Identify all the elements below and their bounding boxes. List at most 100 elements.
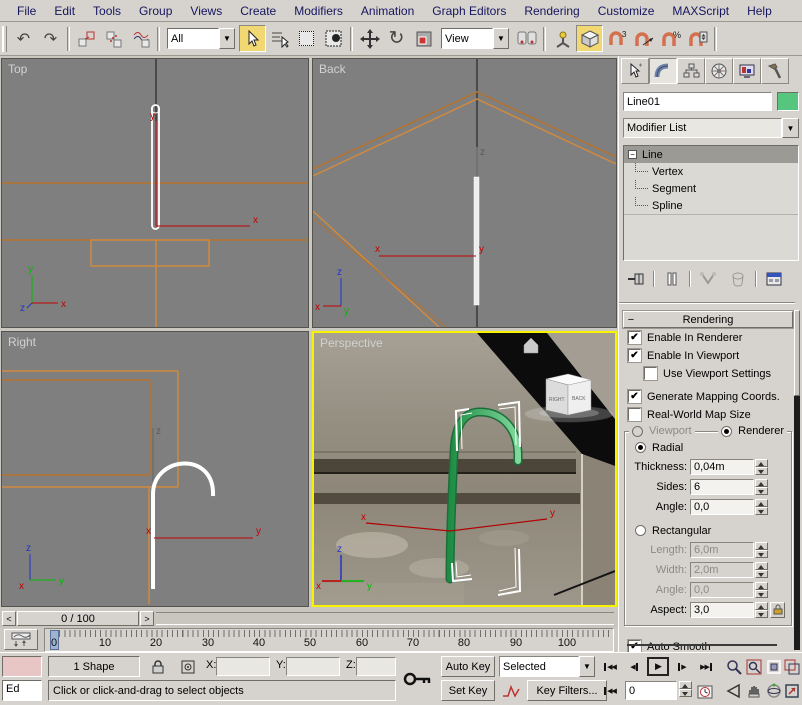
rollout-collapse-icon[interactable]: −: [624, 314, 638, 326]
current-frame-input[interactable]: 0: [625, 681, 677, 700]
reference-coord-dropdown[interactable]: View ▼: [441, 28, 509, 49]
viewport-top[interactable]: Top y x y x z: [1, 58, 309, 328]
rendering-rollout-header[interactable]: − Rendering: [623, 311, 793, 328]
viewport-top-canvas[interactable]: y x y x z: [2, 59, 308, 327]
z-coord-input[interactable]: [356, 657, 396, 676]
maxscript-mini-listener[interactable]: [2, 656, 42, 677]
selection-lock-icon[interactable]: [146, 656, 170, 677]
stack-item-spline[interactable]: Spline: [624, 197, 798, 214]
angle-input[interactable]: 0,0: [690, 499, 754, 515]
rect-selection-region-icon[interactable]: [293, 25, 320, 52]
aspect-lock-icon[interactable]: [770, 602, 785, 618]
show-end-result-icon[interactable]: [659, 269, 685, 289]
enable-in-viewport-checkbox[interactable]: ✔: [628, 349, 641, 362]
aspect-input[interactable]: 3,0: [690, 602, 754, 618]
select-move-icon[interactable]: [356, 25, 383, 52]
generate-mapping-checkbox[interactable]: ✔: [628, 390, 641, 403]
menu-maxscript[interactable]: MAXScript: [663, 2, 738, 20]
sides-input[interactable]: 6: [690, 479, 754, 495]
viewport-right-canvas[interactable]: z x y z x y: [2, 332, 308, 606]
menu-graph-editors[interactable]: Graph Editors: [423, 2, 515, 20]
x-coord-input[interactable]: [216, 657, 270, 676]
bind-spacewarp-icon[interactable]: [127, 25, 154, 52]
real-world-checkbox[interactable]: [628, 408, 641, 421]
renderer-radio-item[interactable]: Renderer: [718, 425, 787, 437]
frame-spinner[interactable]: [679, 681, 692, 697]
set-key-button[interactable]: Set Key: [441, 680, 495, 701]
viewport-perspective-active[interactable]: Perspective: [312, 331, 617, 607]
object-color-swatch[interactable]: [777, 92, 799, 111]
tab-utilities-icon[interactable]: [761, 58, 789, 84]
tab-motion-icon[interactable]: [705, 58, 733, 84]
undo-icon[interactable]: ↶: [10, 25, 37, 52]
aspect-spinner[interactable]: [755, 602, 768, 618]
modifier-list-arrow-icon[interactable]: ▼: [782, 118, 799, 138]
viewport-right[interactable]: Right z x y z x y: [1, 331, 309, 607]
renderer-radio[interactable]: [721, 426, 732, 437]
viewport-perspective-label[interactable]: Perspective: [320, 336, 383, 350]
key-mode-arrow-icon[interactable]: ▼: [579, 656, 595, 677]
next-frame-icon[interactable]: ▶: [671, 657, 693, 676]
stack-item-vertex[interactable]: Vertex: [624, 163, 798, 180]
select-rotate-icon[interactable]: ↻: [383, 25, 410, 52]
thickness-spinner[interactable]: [755, 459, 768, 475]
auto-key-button[interactable]: Auto Key: [441, 656, 495, 677]
stack-item-line[interactable]: − Line: [624, 146, 798, 163]
viewport-right-label[interactable]: Right: [8, 335, 36, 349]
select-manipulate-icon[interactable]: [549, 25, 576, 52]
snaps-toggle-icon[interactable]: [576, 25, 603, 52]
tab-display-icon[interactable]: [733, 58, 761, 84]
unlink-icon[interactable]: [100, 25, 127, 52]
select-scale-icon[interactable]: [410, 25, 437, 52]
menu-edit[interactable]: Edit: [45, 2, 84, 20]
zoom-extents-all-icon[interactable]: [782, 656, 801, 678]
percent-snap-icon[interactable]: %: [657, 25, 684, 52]
remove-modifier-icon[interactable]: [725, 269, 751, 289]
tab-hierarchy-icon[interactable]: [677, 58, 705, 84]
radial-radio[interactable]: [635, 442, 646, 453]
default-in-out-tangent-icon[interactable]: [499, 680, 523, 701]
time-next-button[interactable]: >: [140, 611, 154, 626]
rectangular-radio[interactable]: [635, 525, 646, 536]
key-mode-dropdown[interactable]: Selected ▼: [499, 656, 595, 677]
menu-create[interactable]: Create: [231, 2, 285, 20]
mini-curve-editor-icon[interactable]: [4, 629, 38, 650]
tab-create-icon[interactable]: [621, 58, 649, 84]
y-coord-input[interactable]: [286, 657, 340, 676]
menu-rendering[interactable]: Rendering: [515, 2, 588, 20]
reference-coord-arrow-icon[interactable]: ▼: [493, 28, 509, 49]
collapse-icon[interactable]: −: [628, 150, 637, 159]
timeline-ruler[interactable]: 0 10 20 30 40 50 60 70 80 90 100: [44, 628, 614, 652]
viewport-radio-item[interactable]: Viewport: [629, 425, 695, 437]
menu-group[interactable]: Group: [130, 2, 181, 20]
maximize-viewport-icon[interactable]: [782, 680, 801, 702]
time-configuration-icon[interactable]: [694, 680, 716, 701]
key-filters-button[interactable]: Key Filters...: [527, 680, 607, 701]
tab-modify-icon[interactable]: [649, 58, 677, 84]
angle-snap-icon[interactable]: [630, 25, 657, 52]
menu-help[interactable]: Help: [738, 2, 781, 20]
viewport-top-label[interactable]: Top: [8, 62, 27, 76]
select-by-name-icon[interactable]: [266, 25, 293, 52]
spinner-snap-icon[interactable]: [684, 25, 711, 52]
select-object-icon[interactable]: [239, 25, 266, 52]
set-keys-key-icon[interactable]: [399, 656, 437, 702]
menu-animation[interactable]: Animation: [352, 2, 423, 20]
absolute-mode-icon[interactable]: [176, 656, 200, 677]
go-to-end-icon[interactable]: ▶▶: [695, 657, 717, 676]
use-viewport-settings-checkbox[interactable]: [644, 367, 657, 380]
pin-stack-icon[interactable]: [623, 269, 649, 289]
window-crossing-icon[interactable]: [320, 25, 347, 52]
thickness-input[interactable]: 0,04m: [690, 459, 754, 475]
stack-item-segment[interactable]: Segment: [624, 180, 798, 197]
modifier-list-dropdown[interactable]: Modifier List ▼: [623, 118, 799, 138]
viewport-back[interactable]: Back z x y z x y: [312, 58, 617, 328]
panel-scrollbar-thumb[interactable]: [794, 310, 800, 396]
object-name-input[interactable]: Line01: [623, 92, 772, 111]
redo-icon[interactable]: ↷: [37, 25, 64, 52]
selection-filter-arrow-icon[interactable]: ▼: [219, 28, 235, 49]
time-slider-thumb[interactable]: 0 / 100: [17, 611, 139, 626]
angle-spinner[interactable]: [755, 499, 768, 515]
enable-in-renderer-checkbox[interactable]: ✔: [628, 331, 641, 344]
menu-customize[interactable]: Customize: [589, 2, 664, 20]
